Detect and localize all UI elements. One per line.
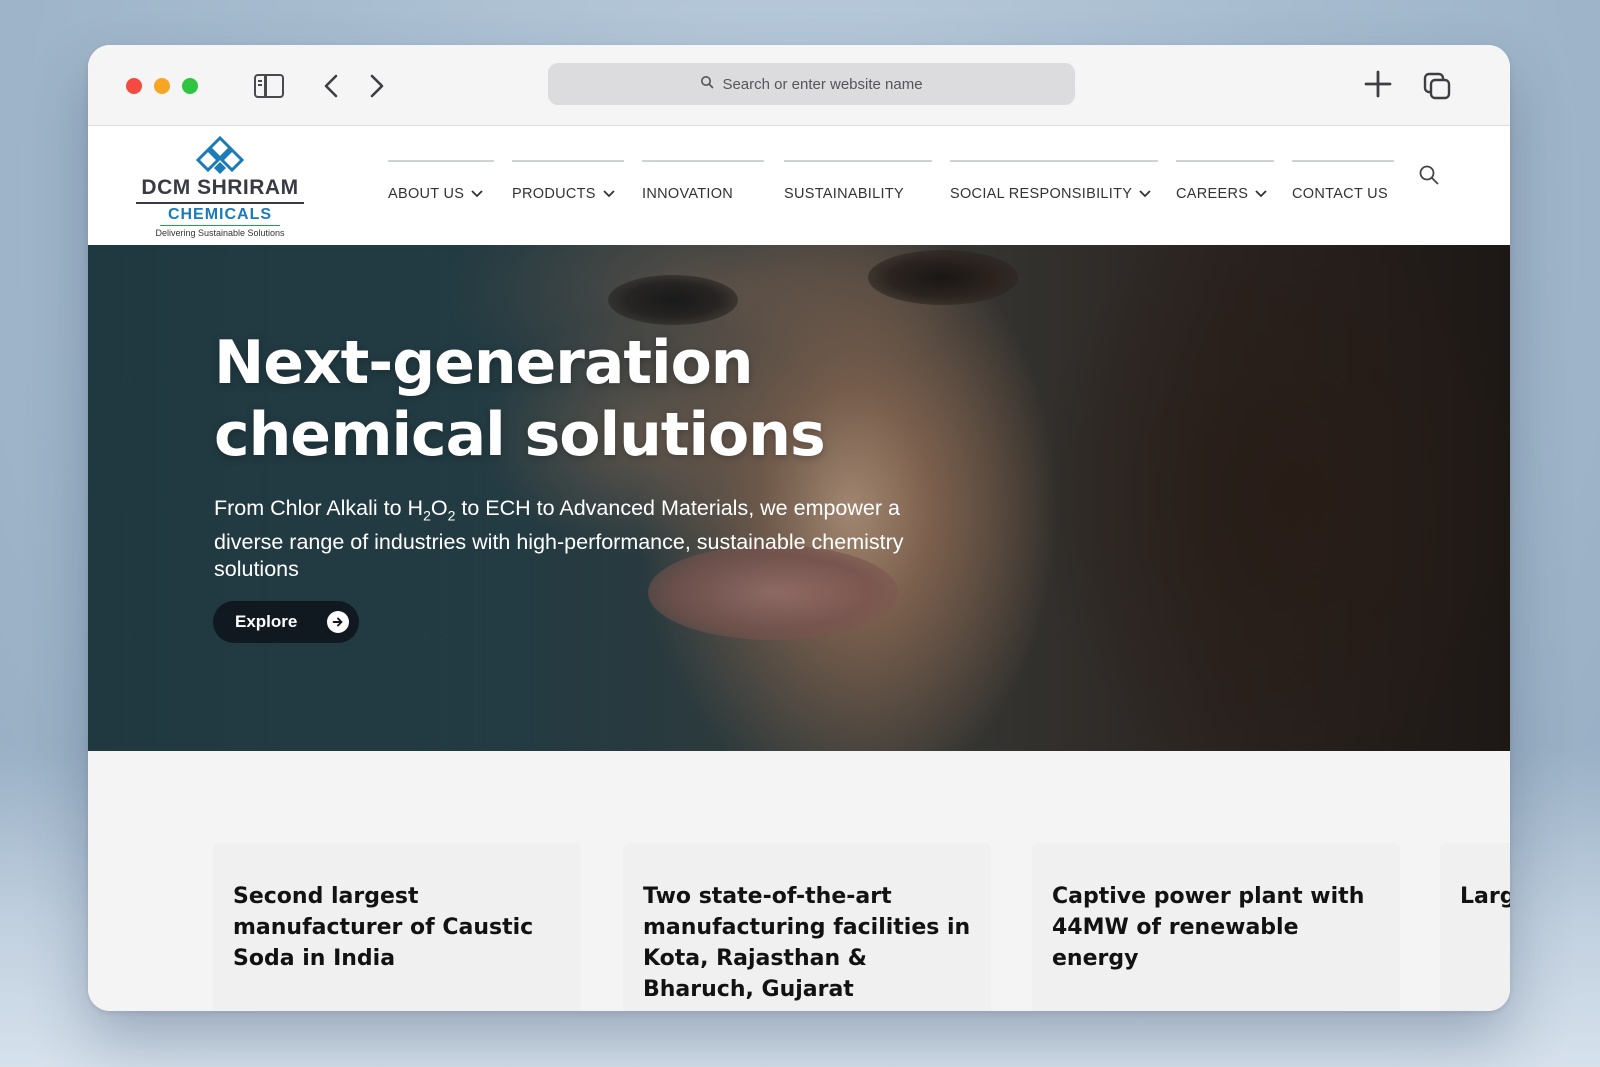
nav-label: CAREERS — [1176, 186, 1249, 202]
nav-contact-us[interactable]: CONTACT US — [1292, 160, 1394, 202]
browser-toolbar: Search or enter website name — [88, 45, 1510, 126]
browser-window: Search or enter website name DCM SHRIRAM… — [88, 45, 1510, 1011]
hero-title-line-1: Next-generation — [214, 328, 754, 398]
nav-label: ABOUT US — [388, 186, 465, 202]
nav-products[interactable]: PRODUCTS — [512, 160, 624, 202]
logo-name: DCM SHRIRAM — [141, 176, 299, 199]
nav-careers[interactable]: CAREERS — [1176, 160, 1274, 202]
tab-overview-icon[interactable] — [1422, 71, 1452, 101]
chevron-down-icon — [1139, 190, 1151, 198]
nav-sustainability[interactable]: SUSTAINABILITY — [784, 160, 932, 202]
highlight-card-text: Two state-of-the-art manufacturing facil… — [643, 884, 971, 1002]
highlight-card[interactable]: Two state-of-the-art manufacturing facil… — [623, 843, 991, 1011]
chevron-down-icon — [603, 190, 615, 198]
new-tab-plus-icon[interactable] — [1363, 69, 1393, 99]
highlight-card-text: Larg com Bha — [1460, 884, 1510, 909]
zoom-window-button[interactable] — [182, 78, 198, 94]
hero-title: Next-generation chemical solutions — [214, 327, 914, 471]
highlight-card[interactable]: Larg com Bha — [1440, 843, 1510, 1011]
explore-button[interactable]: Explore — [213, 601, 359, 643]
logo-diamond-icon — [195, 135, 245, 174]
nav-about-us[interactable]: ABOUT US — [388, 160, 494, 202]
nav-social-responsibility[interactable]: SOCIAL RESPONSIBILITY — [950, 160, 1158, 202]
site-header: DCM SHRIRAM CHEMICALS Delivering Sustain… — [88, 126, 1510, 248]
hero-banner: Next-generation chemical solutions From … — [88, 245, 1510, 751]
hero-subtitle: From Chlor Alkali to H2O2 to ECH to Adva… — [214, 495, 914, 583]
logo-subtitle: CHEMICALS — [167, 205, 273, 223]
hero-title-line-2: chemical solutions — [214, 400, 826, 470]
search-icon — [700, 75, 714, 93]
highlights-section: Second largest manufacturer of Caustic S… — [88, 751, 1510, 1011]
address-bar[interactable]: Search or enter website name — [548, 63, 1075, 105]
nav-label: SOCIAL RESPONSIBILITY — [950, 186, 1133, 202]
close-window-button[interactable] — [126, 78, 142, 94]
chevron-down-icon — [1255, 190, 1267, 198]
highlight-card[interactable]: Second largest manufacturer of Caustic S… — [213, 843, 581, 1011]
back-arrow-icon[interactable] — [320, 72, 344, 100]
site-search-icon[interactable] — [1418, 164, 1440, 186]
sidebar-toggle-icon[interactable] — [254, 74, 284, 98]
logo-divider — [136, 202, 304, 204]
arrow-right-icon — [327, 611, 349, 633]
nav-innovation[interactable]: INNOVATION — [642, 160, 764, 202]
nav-label: SUSTAINABILITY — [784, 186, 904, 202]
address-bar-placeholder: Search or enter website name — [722, 75, 923, 93]
nav-label: CONTACT US — [1292, 186, 1388, 202]
hero-subtitle-text-2: O — [430, 496, 448, 520]
minimize-window-button[interactable] — [154, 78, 170, 94]
forward-arrow-icon[interactable] — [364, 72, 388, 100]
highlight-card-text: Second largest manufacturer of Caustic S… — [233, 884, 534, 971]
logo-underline — [160, 224, 280, 226]
hero-subtitle-sub-1: 2 — [423, 507, 431, 524]
company-logo[interactable]: DCM SHRIRAM CHEMICALS Delivering Sustain… — [130, 134, 310, 242]
highlight-card[interactable]: Captive power plant with 44MW of renewab… — [1032, 843, 1400, 1011]
explore-button-label: Explore — [235, 612, 298, 631]
nav-label: PRODUCTS — [512, 186, 596, 202]
highlight-card-text: Captive power plant with 44MW of renewab… — [1052, 884, 1365, 971]
chevron-down-icon — [471, 190, 483, 198]
hero-subtitle-text-1: From Chlor Alkali to H — [214, 496, 424, 520]
nav-label: INNOVATION — [642, 186, 734, 202]
logo-tagline: Delivering Sustainable Solutions — [155, 228, 285, 238]
